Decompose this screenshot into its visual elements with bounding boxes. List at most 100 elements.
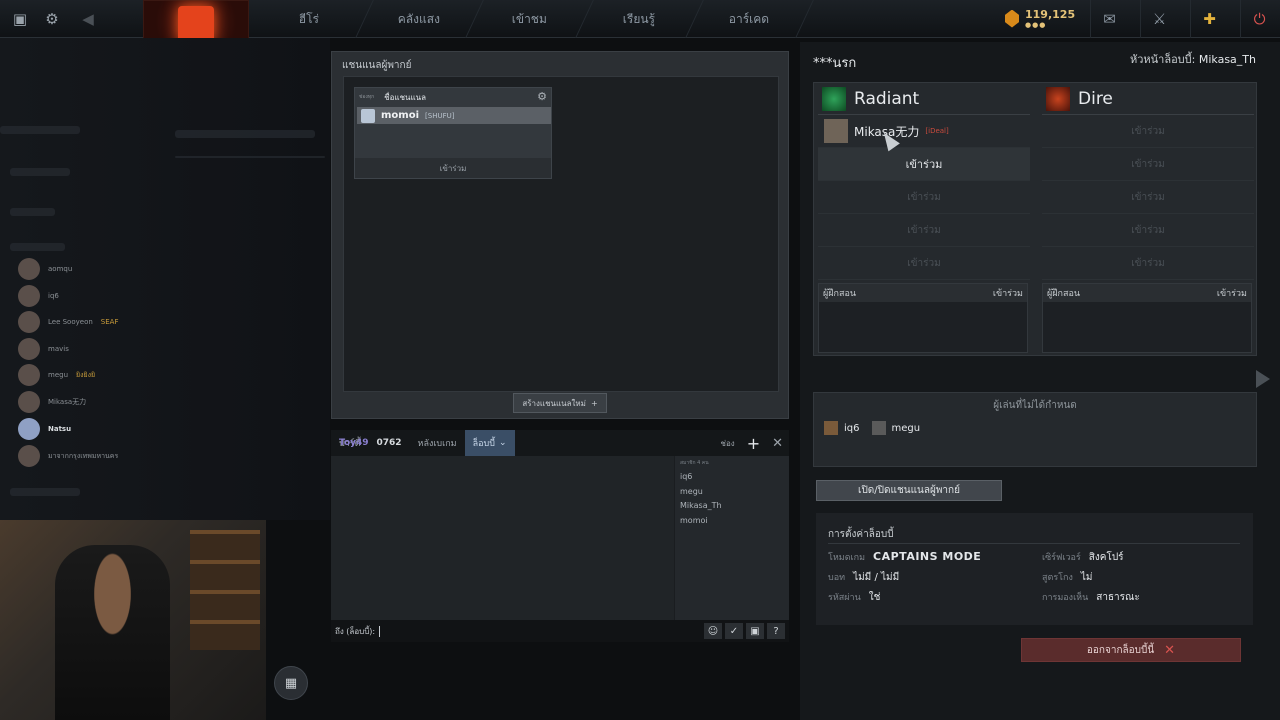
setting-value: ไม่มี / ไม่มี [853,572,900,583]
friend-name: Mikasa无力 [48,398,87,406]
emoji-icon[interactable]: ☺ [704,623,722,639]
tab-arcade[interactable]: อาร์เคด [686,0,814,38]
coach-slot: ผู้ฝึกสอน เข้าร่วม [1042,283,1252,353]
setting-value: ไม่ [1080,572,1093,583]
plus-badge-icon[interactable]: ✚ [1190,0,1228,38]
lobby-name: ***นรก [813,56,857,71]
channels-label[interactable]: ช่อง [721,437,735,450]
join-slot[interactable]: เข้าร่วม [818,247,1030,280]
join-slot[interactable]: เข้าร่วม [1042,247,1254,280]
player-tag: [iDeal] [925,127,949,135]
webcam-overlay [0,520,266,720]
unassigned-player[interactable]: megu [871,421,921,435]
friend-name: aomqu [48,265,73,273]
member-item[interactable]: Mikasa_Th [675,499,789,514]
join-slot[interactable]: เข้าร่วม [818,148,1030,181]
coach-label: ผู้ฝึกสอน [1047,289,1081,299]
plus-icon: + [590,398,598,408]
member-item[interactable]: iq6 [675,470,789,485]
dota-menu-icon[interactable]: ▣ [10,9,30,29]
power-icon[interactable]: ⏻ [1240,0,1278,38]
avatar [824,119,848,143]
members-header: สมาชิก 4 คน [680,460,709,466]
join-slot[interactable]: เข้าร่วม [818,181,1030,214]
lobby-panel: ***นรก หัวหน้าล็อบบี้: Mikasa_Th Radiant… [800,42,1280,720]
back-arrow-icon[interactable]: ◀ [78,9,98,29]
toggle-broadcast-button[interactable]: เปิด/ปิดแชนแนลผู้พากย์ [816,480,1002,501]
create-channel-button[interactable]: สร้างแชนแนลใหม่ + [513,393,607,413]
add-channel-icon[interactable]: + [747,434,760,453]
radiant-icon [822,86,846,111]
grid-menu-icon[interactable]: ▦ [274,666,308,700]
friend-item[interactable]: มาจากกรุงเทพมหานคร [18,445,118,467]
tab-learn[interactable]: เรียนรู้ [576,0,704,38]
coach-join-button[interactable]: เข้าร่วม [993,286,1023,300]
coach-slot: ผู้ฝึกสอน เข้าร่วม [818,283,1028,353]
channel-member[interactable]: momoi [SHUFU] [357,107,551,124]
image-icon[interactable]: ▣ [746,623,764,639]
friend-item[interactable]: Mikasa无力 [18,391,86,413]
check-icon[interactable]: ✓ [725,623,743,639]
member-item[interactable]: megu [675,485,789,500]
close-icon: ✕ [1164,642,1176,658]
friend-item[interactable]: Natsu [18,418,71,440]
chat-panel: ปาร์ตี้ 0762 Toy49 หลังเบเกม ล็อบบี้ ⌄ ช… [331,430,789,642]
help-icon[interactable]: ? [767,623,785,639]
expand-arrow-icon[interactable] [1256,370,1270,388]
player-name: megu [891,422,921,434]
join-slot[interactable]: เข้าร่วม [1042,115,1254,148]
chat-tab[interactable]: Toy49 [331,430,543,456]
avatar [18,285,40,307]
join-slot[interactable]: เข้าร่วม [1042,214,1254,247]
tab-watch[interactable]: เข้าชม [466,0,594,38]
coach-header: ผู้ฝึกสอน เข้าร่วม [819,284,1027,302]
channel-name[interactable]: ชื่อแชนแนล [384,91,426,104]
broadcast-channel: ช่องทุก ชื่อแชนแนล ⚙ momoi [SHUFU] เข้าร… [354,87,552,179]
channel-join-button[interactable]: เข้าร่วม [355,158,551,178]
friend-item[interactable]: iq6 [18,285,59,307]
tab-heroes[interactable]: ฮีโร่ [246,0,374,38]
member-name: momoi [381,110,420,121]
gear-icon[interactable]: ⚙ [42,9,62,29]
setting-value: ใช่ [868,592,881,603]
close-icon[interactable]: ✕ [772,436,783,451]
join-slot[interactable]: เข้าร่วม [818,214,1030,247]
coach-join-button[interactable]: เข้าร่วม [1217,286,1247,300]
blur-bar [10,208,55,216]
gear-icon[interactable]: ⚙ [537,90,547,103]
leave-lobby-button[interactable]: ออกจากล็อบบี้นี้ ✕ [1021,638,1241,662]
member-item[interactable]: momoi [675,514,789,529]
armory-icon[interactable]: ⚔ [1140,0,1178,38]
unassigned-player[interactable]: iq6 [824,421,860,435]
blur-bar [10,243,65,251]
channel-small-label: ช่องทุก [359,94,375,100]
avatar [18,418,40,440]
tab-armory[interactable]: คลังแสง [356,0,484,38]
mail-icon[interactable]: ✉ [1090,0,1128,38]
channel-header: ช่องทุก ชื่อแชนแนล ⚙ [355,88,551,106]
avatar [18,338,40,360]
join-slot[interactable]: เข้าร่วม [1042,148,1254,181]
friend-item[interactable]: Lee Sooyeon SEAF [18,311,118,333]
setting-key: โหมดเกม [828,553,866,563]
friend-item[interactable]: aomqu [18,258,72,280]
setting-game-mode: โหมดเกม CAPTAINS MODE [828,550,981,564]
friend-team-tag: SEAF [100,318,119,326]
avatar [871,421,886,435]
avatar [18,445,40,467]
player-slot[interactable]: Mikasa无力 [iDeal] [818,115,1030,148]
create-channel-label: สร้างแชนแนลใหม่ [522,398,586,408]
avatar [18,391,40,413]
friend-name: iq6 [48,292,59,300]
friend-item[interactable]: mavis [18,338,69,360]
dota-logo-icon [178,6,214,42]
shards-currency[interactable]: 119,125 ●●● [1005,8,1075,29]
setting-key: รหัสผ่าน [828,593,861,603]
webcam-person [55,545,170,720]
broadcast-panel: แชนแนลผู้พากย์ ช่องทุก ชื่อแชนแนล ⚙ momo… [331,51,789,419]
friend-name: Natsu [48,425,72,433]
join-slot[interactable]: เข้าร่วม [1042,181,1254,214]
tab-label: อาร์เคด [729,11,770,26]
friend-item[interactable]: megu ยิงยิงยิ [18,364,95,386]
setting-key: บอท [828,573,846,583]
